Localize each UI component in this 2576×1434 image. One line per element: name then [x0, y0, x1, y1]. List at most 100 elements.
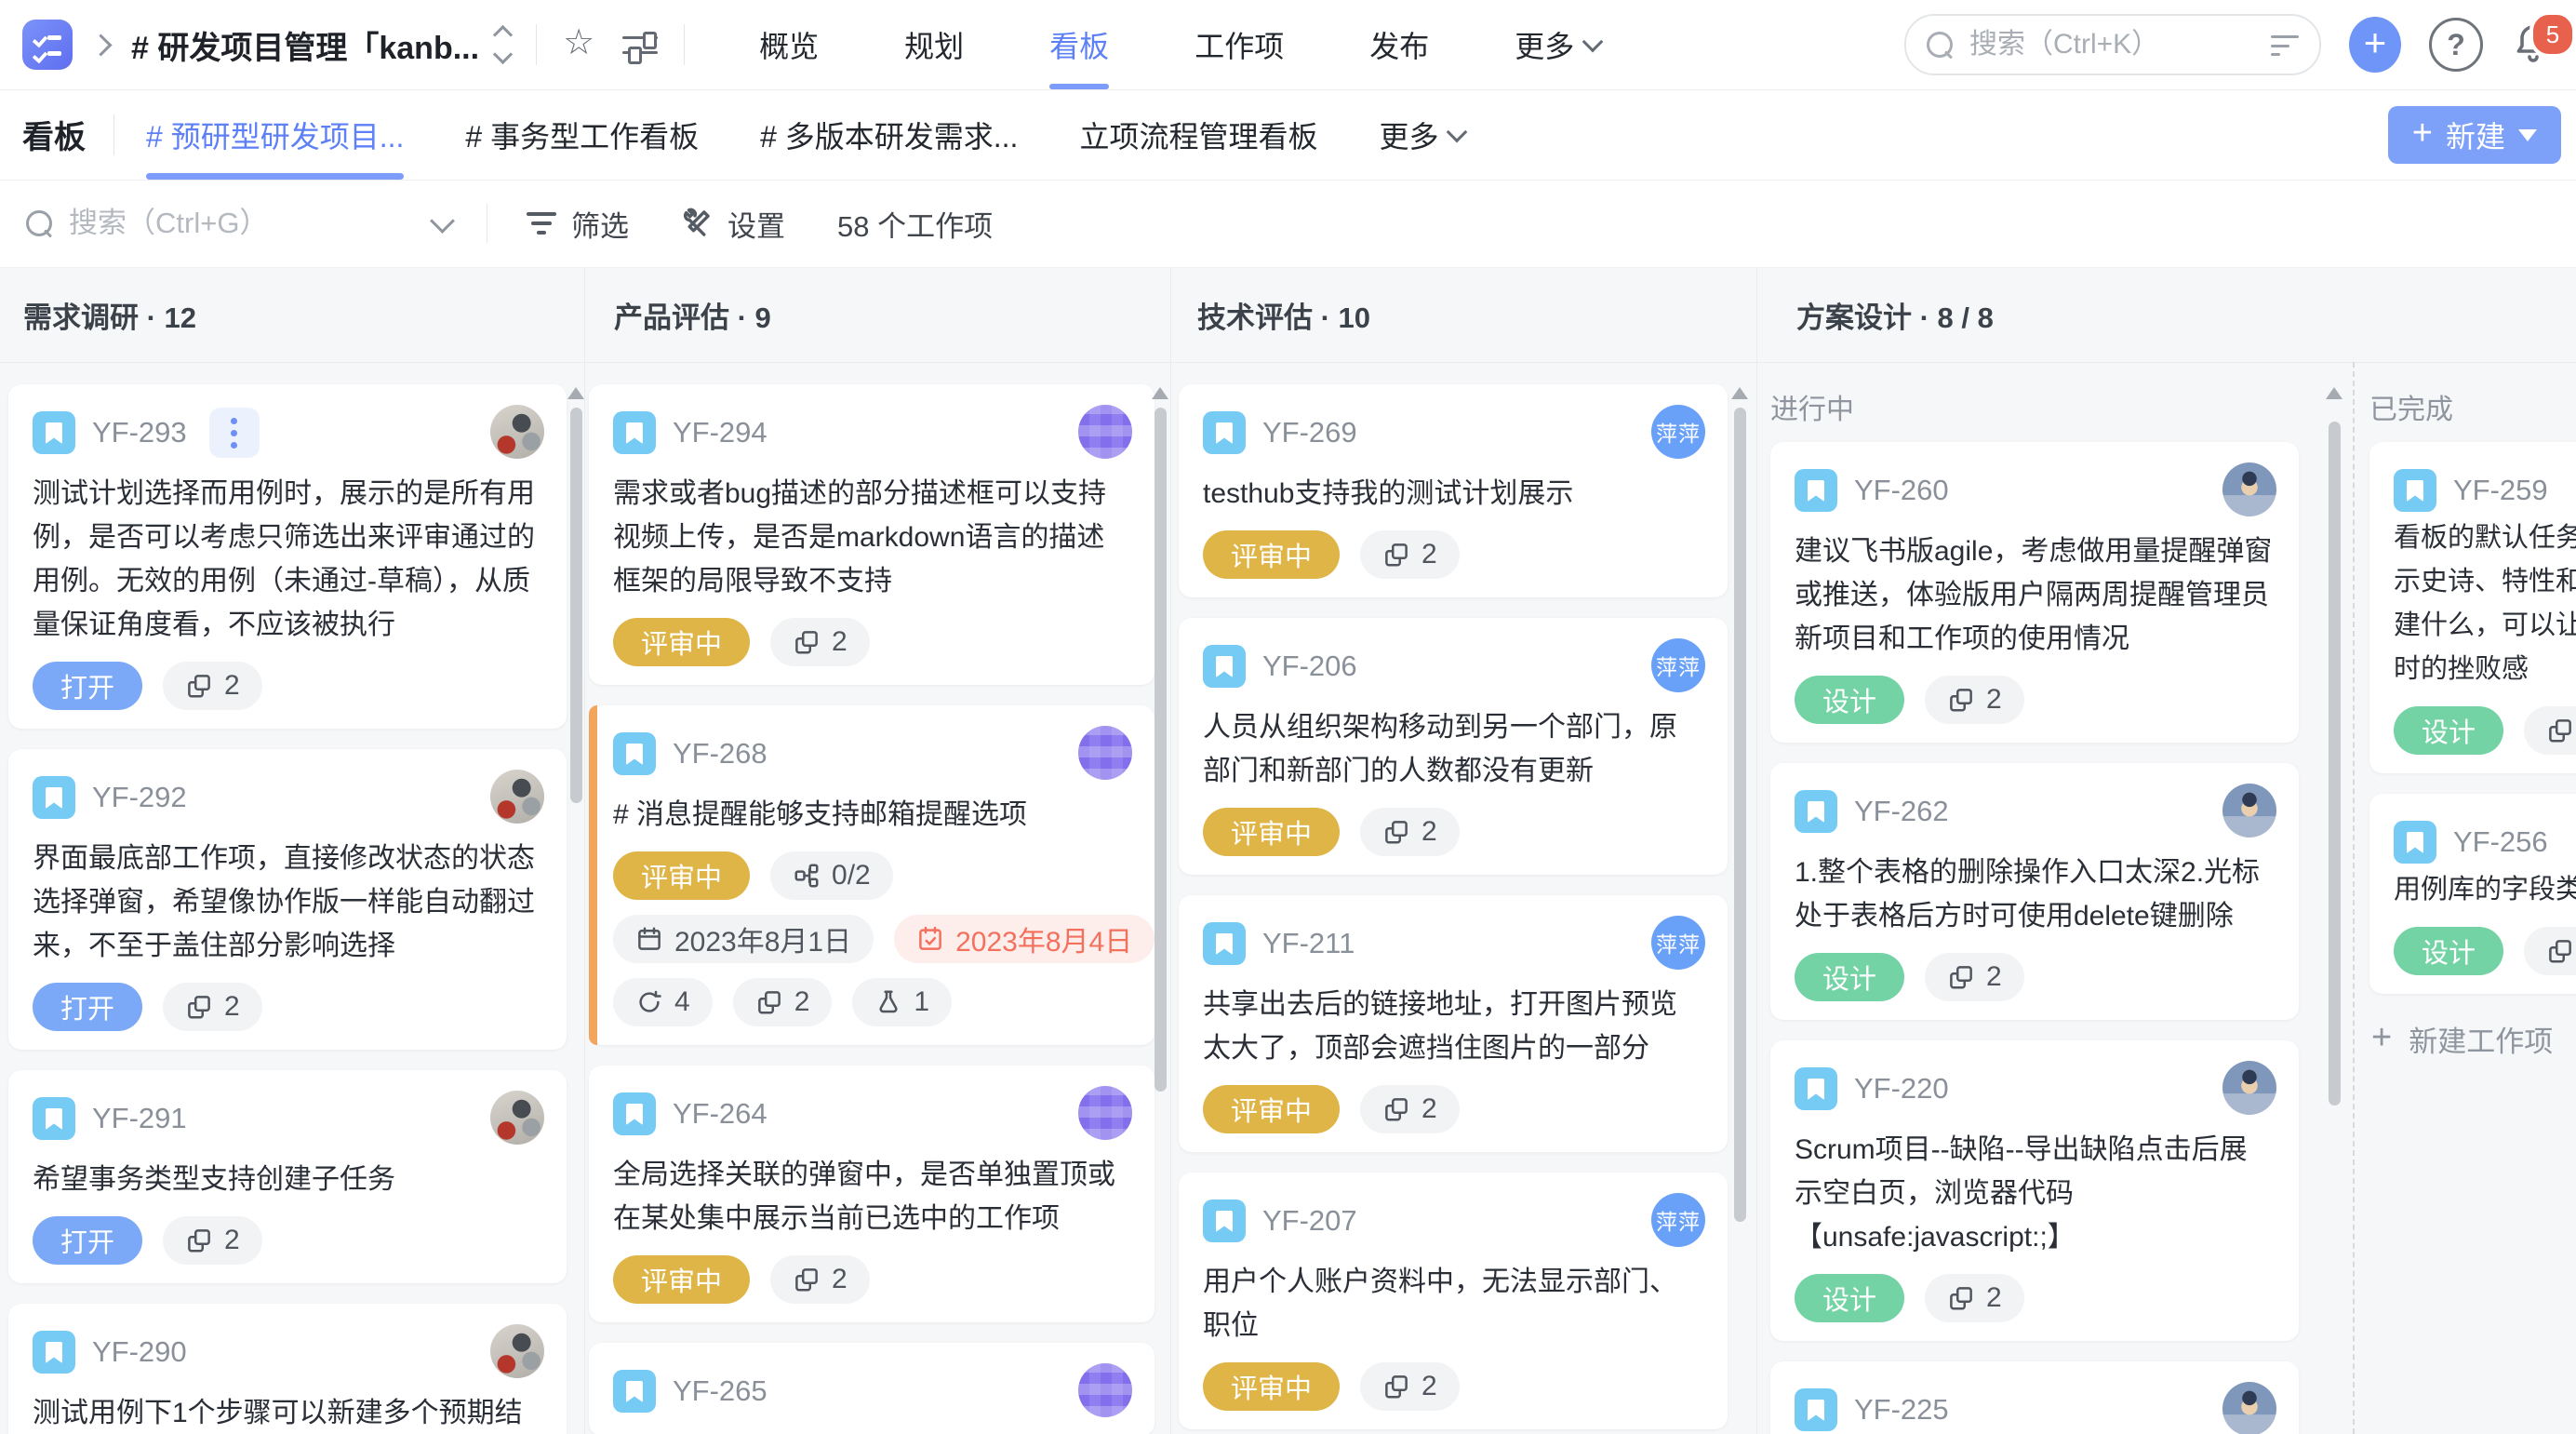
status-pill[interactable]: 设计	[2394, 927, 2504, 975]
scrollbar-thumb[interactable]	[2329, 422, 2341, 1106]
board-tab-preresearch[interactable]: # 预研型研发项目...	[146, 89, 405, 180]
scroll-up-icon[interactable]	[1152, 387, 1168, 399]
assignee-avatar[interactable]: 萍萍	[1651, 638, 1705, 692]
status-pill[interactable]: 评审中	[1203, 808, 1341, 856]
assignee-avatar[interactable]	[490, 1091, 544, 1145]
status-pill[interactable]: 评审中	[613, 618, 751, 666]
status-pill[interactable]: 设计	[2394, 706, 2504, 755]
nav-tab-planning[interactable]: 规划	[904, 0, 964, 89]
project-logo-icon[interactable]	[22, 20, 73, 70]
create-button[interactable]: +	[2349, 17, 2401, 73]
assignee-avatar[interactable]	[490, 1324, 544, 1378]
card-yf-207[interactable]: YF-207 萍萍 用户个人账户资料中，无法显示部门、职位 评审中 2	[1179, 1173, 1728, 1429]
card-yf-294[interactable]: YF-294 需求或者bug描述的部分描述框可以支持视频上传，是否是markdo…	[589, 384, 1155, 685]
board-tab-transactional[interactable]: # 事务型工作看板	[465, 89, 699, 180]
settings-button[interactable]: 设置	[681, 203, 785, 245]
loops-pill[interactable]: 4	[613, 978, 713, 1026]
copies-pill[interactable]: 2	[1925, 1274, 2024, 1322]
board-search[interactable]	[26, 206, 406, 241]
column-title-product-eval[interactable]: 产品评估 · 9	[614, 268, 771, 362]
status-pill[interactable]: 打开	[33, 662, 143, 710]
nav-tab-workitems[interactable]: 工作项	[1195, 0, 1284, 89]
copies-pill[interactable]: 2	[1360, 1362, 1460, 1411]
nav-tab-more[interactable]: 更多	[1515, 0, 1604, 89]
status-pill[interactable]: 评审中	[613, 1255, 751, 1304]
help-icon[interactable]: ?	[2429, 18, 2483, 72]
card-yf-259[interactable]: YF-259 看板的默认任务类 示史诗、特性和事 建什么，可以让用 时的挫败感 …	[2369, 442, 2576, 773]
assignee-avatar[interactable]: 萍萍	[1651, 916, 1705, 970]
copies-pill[interactable]: 2	[732, 978, 833, 1026]
copies-pill[interactable]: 2	[1925, 953, 2024, 1001]
card-menu-button[interactable]	[208, 408, 260, 458]
copies-pill[interactable]: 2	[1360, 808, 1460, 856]
nav-tab-overview[interactable]: 概览	[759, 0, 819, 89]
copies-pill[interactable]: 2	[1925, 676, 2024, 724]
new-board-button[interactable]: + 新建	[2387, 106, 2561, 164]
card-yf-293[interactable]: YF-293 测试计划选择而用例时，展示的是所有用例，是否可以考虑只筛选出来评审…	[8, 384, 567, 729]
status-pill[interactable]: 打开	[33, 983, 143, 1031]
board-tab-more[interactable]: 更多	[1379, 89, 1468, 180]
card-yf-225[interactable]: YF-225 工作项里参与人的文案是【关注】，在视	[1770, 1361, 2299, 1434]
start-date-pill[interactable]: 2023年8月1日	[613, 915, 874, 963]
card-yf-268[interactable]: YF-268 # 消息提醒能够支持邮箱提醒选项 评审中 0/2 2023年8月1…	[589, 705, 1155, 1045]
assignee-avatar[interactable]	[2222, 1382, 2276, 1434]
board-search-input[interactable]	[67, 206, 406, 241]
scroll-up-icon[interactable]	[567, 387, 584, 399]
status-pill[interactable]: 评审中	[613, 851, 751, 900]
card-yf-262[interactable]: YF-262 1.整个表格的删除操作入口太深2.光标处于表格后方时可使用dele…	[1770, 763, 2299, 1020]
card-yf-256[interactable]: YF-256 用例库的字段类型 设计 2	[2369, 794, 2576, 994]
scrollbar-thumb[interactable]	[1155, 408, 1167, 1092]
assignee-avatar[interactable]	[2222, 462, 2276, 516]
filter-button[interactable]: 筛选	[527, 203, 629, 245]
card-yf-265[interactable]: YF-265	[589, 1343, 1155, 1434]
status-pill[interactable]: 评审中	[1203, 530, 1341, 579]
subtasks-pill[interactable]: 0/2	[770, 851, 893, 900]
board-tab-approval-flow[interactable]: 立项流程管理看板	[1079, 89, 1317, 180]
project-title[interactable]: # 研发项目管理「kanb...	[131, 22, 479, 68]
card-yf-292[interactable]: YF-292 界面最底部工作项，直接修改状态的状态选择弹窗，希望像协作版一样能自…	[8, 749, 567, 1050]
card-yf-206[interactable]: YF-206 萍萍 人员从组织架构移动到另一个部门，原部门和新部门的人数都没有更…	[1179, 618, 1728, 875]
nav-tab-kanban[interactable]: 看板	[1049, 0, 1110, 89]
collapse-chevron-icon[interactable]	[430, 208, 455, 234]
copies-pill[interactable]: 2	[770, 1255, 870, 1304]
card-yf-264[interactable]: YF-264 全局选择关联的弹窗中，是否单独置顶或在某处集中展示当前已选中的工作…	[589, 1065, 1155, 1322]
star-icon[interactable]: ☆	[563, 25, 594, 60]
card-yf-290[interactable]: YF-290 测试用例下1个步骤可以新建多个预期结果	[8, 1304, 567, 1434]
scrollbar-thumb[interactable]	[570, 408, 582, 803]
scroll-up-icon[interactable]	[1731, 387, 1748, 399]
copies-pill[interactable]: 2	[163, 662, 262, 710]
board-tab-multiversion[interactable]: # 多版本研发需求...	[760, 89, 1018, 180]
column-title-solution-design[interactable]: 方案设计 · 8 / 8	[1796, 268, 1994, 362]
column-title-requirements[interactable]: 需求调研 · 12	[23, 268, 196, 362]
card-yf-220[interactable]: YF-220 Scrum项目--缺陷--导出缺陷点击后展示空白页，浏览器代码【u…	[1770, 1040, 2299, 1341]
global-search[interactable]	[1904, 14, 2321, 75]
column-title-tech-eval[interactable]: 技术评估 · 10	[1197, 268, 1370, 362]
sliders-icon[interactable]	[622, 31, 659, 64]
status-pill[interactable]: 打开	[33, 1216, 143, 1265]
copies-pill[interactable]: 2	[163, 1216, 262, 1265]
notifications-bell[interactable]: 5	[2511, 11, 2576, 69]
assignee-avatar[interactable]: 萍萍	[1651, 1193, 1705, 1247]
assignee-avatar[interactable]: 萍萍	[1651, 405, 1705, 459]
status-pill[interactable]: 评审中	[1203, 1085, 1341, 1133]
add-workitem-button[interactable]: + 新建工作项	[2371, 1018, 2576, 1060]
assignee-avatar[interactable]	[1078, 726, 1132, 780]
assignee-avatar[interactable]	[490, 405, 544, 459]
assignee-avatar[interactable]	[2222, 1061, 2276, 1115]
due-date-pill[interactable]: 2023年8月4日	[894, 915, 1155, 963]
search-filter-icon[interactable]	[2271, 34, 2299, 56]
assignee-avatar[interactable]	[1078, 1363, 1132, 1417]
copies-pill[interactable]: 2	[2524, 706, 2576, 755]
scroll-up-icon[interactable]	[2326, 387, 2342, 399]
assignee-avatar[interactable]	[1078, 405, 1132, 459]
status-pill[interactable]: 设计	[1795, 953, 1905, 1001]
copies-pill[interactable]: 2	[1360, 530, 1460, 579]
copies-pill[interactable]: 2	[163, 983, 262, 1031]
copies-pill[interactable]: 2	[770, 618, 870, 666]
status-pill[interactable]: 设计	[1795, 676, 1905, 724]
status-pill[interactable]: 设计	[1795, 1274, 1905, 1322]
assignee-avatar[interactable]	[490, 770, 544, 824]
card-yf-291[interactable]: YF-291 希望事务类型支持创建子任务 打开 2	[8, 1070, 567, 1283]
chevron-right-icon[interactable]	[89, 33, 113, 57]
copies-pill[interactable]: 2	[1360, 1085, 1460, 1133]
